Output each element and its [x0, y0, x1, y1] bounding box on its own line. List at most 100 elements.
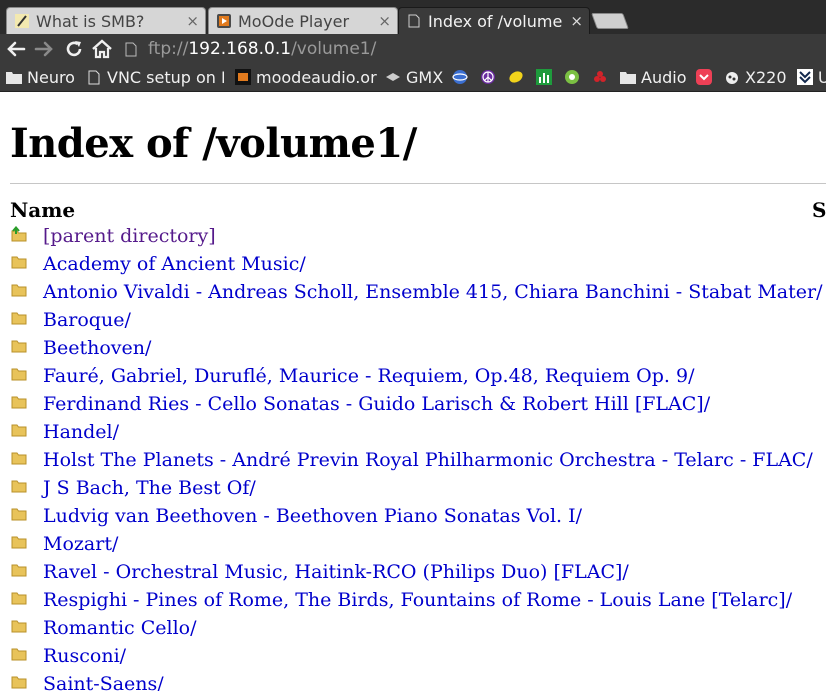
bookmark-chart[interactable] — [536, 67, 557, 87]
folder-icon — [11, 422, 27, 438]
folder-row: Holst The Planets - André Previn Royal P… — [0, 448, 826, 476]
red-flower-icon — [592, 69, 608, 85]
parent-directory-row: [parent directory] — [0, 224, 826, 252]
folder-icon — [11, 450, 27, 466]
bookmark-label: VNC setup on R — [107, 67, 224, 87]
folder-link[interactable]: Holst The Planets - André Previn Royal P… — [43, 449, 813, 471]
folder-link[interactable]: Ferdinand Ries - Cello Sonatas - Guido L… — [43, 393, 710, 415]
tab-index-of-volume1[interactable]: Index of /volume1 × — [398, 7, 590, 34]
tab-title: MoOde Player — [238, 11, 350, 31]
bookmark-gmx[interactable]: GMX — [385, 67, 443, 87]
parent-directory-link[interactable]: [parent directory] — [43, 225, 216, 247]
tab-close-button[interactable]: × — [378, 12, 391, 30]
chart-icon — [536, 69, 552, 85]
folder-icon — [11, 338, 27, 354]
gmx-icon — [385, 69, 401, 85]
globe-icon — [452, 69, 468, 85]
directory-listing: [parent directory] Academy of Ancient Mus… — [0, 224, 826, 691]
bookmark-usaa[interactable]: U — [797, 67, 826, 87]
bookmark-red-flower[interactable] — [592, 67, 613, 87]
reload-button[interactable] — [62, 37, 86, 61]
tab-what-is-smb[interactable]: What is SMB? × — [6, 7, 206, 34]
url-host: 192.168.0.1 — [188, 39, 292, 59]
folder-link[interactable]: Beethoven/ — [43, 337, 151, 359]
folder-link[interactable]: Respighi - Pines of Rome, The Birds, Fou… — [43, 589, 792, 611]
page-content: Index of /volume1/ Name Si [parent direc… — [0, 92, 826, 691]
forward-button[interactable] — [32, 37, 56, 61]
moode-icon — [217, 14, 231, 28]
folder-link[interactable]: Antonio Vivaldi - Andreas Scholl, Ensemb… — [43, 281, 823, 303]
bookmark-lemon[interactable] — [508, 67, 529, 87]
bookmark-label: X220 — [745, 67, 787, 87]
url-scheme: ftp:// — [148, 39, 189, 59]
bookmarks-bar: Neuro VNC setup on R moodeaudio.or GMX A… — [0, 64, 826, 92]
bookmark-label: GMX — [406, 67, 444, 87]
folder-icon — [11, 590, 27, 606]
url-path: /volume1/ — [291, 39, 377, 59]
bookmark-moodeaudio[interactable]: moodeaudio.or — [235, 67, 383, 87]
folder-row: Respighi - Pines of Rome, The Birds, Fou… — [0, 588, 826, 616]
usaa-icon — [797, 69, 813, 85]
bookmark-audio[interactable]: Audio — [620, 67, 686, 87]
folder-row: Saint-Saens/ — [0, 672, 826, 691]
bookmark-vnc-setup[interactable]: VNC setup on R — [86, 67, 224, 87]
folder-link[interactable]: Academy of Ancient Music/ — [43, 253, 306, 275]
bookmark-neuro[interactable]: Neuro — [6, 67, 75, 87]
column-header-name[interactable]: Name — [10, 198, 75, 222]
forward-arrow-icon — [34, 41, 53, 57]
folder-row: Mozart/ — [0, 532, 826, 560]
peace-icon — [480, 69, 496, 85]
tab-close-button[interactable]: × — [186, 12, 199, 30]
tab-moode-player[interactable]: MoOde Player × — [208, 7, 398, 34]
folder-link[interactable]: Fauré, Gabriel, Duruflé, Maurice - Requi… — [43, 365, 694, 387]
cifs-pen-icon — [15, 14, 29, 28]
folder-link[interactable]: Ravel - Orchestral Music, Haitink-RCO (P… — [43, 561, 629, 583]
folder-link[interactable]: Saint-Saens/ — [43, 673, 164, 691]
folder-link[interactable]: Mozart/ — [43, 533, 118, 555]
tab-title: What is SMB? — [36, 11, 145, 31]
cow-icon — [724, 69, 740, 85]
folder-icon — [11, 534, 27, 550]
page-title: Index of /volume1/ — [10, 120, 417, 167]
folder-link[interactable]: Romantic Cello/ — [43, 617, 197, 639]
pocket-icon — [696, 69, 712, 85]
folder-row: Ravel - Orchestral Music, Haitink-RCO (P… — [0, 560, 826, 588]
folder-link[interactable]: J S Bach, The Best Of/ — [43, 477, 256, 499]
folder-icon — [6, 69, 22, 85]
moode-icon — [235, 69, 251, 85]
folder-icon — [11, 506, 27, 522]
folder-row: Ludvig van Beethoven - Beethoven Piano S… — [0, 504, 826, 532]
folder-icon — [11, 394, 27, 410]
folder-row: Fauré, Gabriel, Duruflé, Maurice - Requi… — [0, 364, 826, 392]
folder-link[interactable]: Rusconi/ — [43, 645, 126, 667]
tab-close-button[interactable]: × — [570, 12, 583, 30]
parent-folder-icon — [11, 225, 27, 242]
reload-icon — [66, 41, 82, 57]
folder-row: Ferdinand Ries - Cello Sonatas - Guido L… — [0, 392, 826, 420]
page-icon — [407, 14, 421, 28]
bookmark-pocket[interactable] — [696, 67, 717, 87]
folder-link[interactable]: Handel/ — [43, 421, 119, 443]
folder-row: Romantic Cello/ — [0, 616, 826, 644]
bookmark-label: Audio — [641, 67, 687, 87]
folder-row: Baroque/ — [0, 308, 826, 336]
column-header-size[interactable]: Si — [812, 198, 826, 222]
folder-link[interactable]: Ludvig van Beethoven - Beethoven Piano S… — [43, 505, 582, 527]
bookmark-globe[interactable] — [452, 67, 473, 87]
back-arrow-icon — [7, 41, 26, 57]
folder-icon — [11, 562, 27, 578]
bookmark-peace[interactable] — [480, 67, 501, 87]
back-button[interactable] — [4, 37, 28, 61]
folder-icon — [11, 366, 27, 382]
folder-row: J S Bach, The Best Of/ — [0, 476, 826, 504]
bookmark-green-circle[interactable] — [564, 67, 585, 87]
folder-icon — [11, 478, 27, 494]
folder-icon — [11, 618, 27, 634]
folder-icon — [11, 310, 27, 326]
new-tab-button[interactable] — [591, 13, 629, 29]
address-bar[interactable]: ftp://192.168.0.1/volume1/ — [122, 37, 826, 61]
home-button[interactable] — [90, 37, 114, 61]
folder-icon — [11, 646, 27, 662]
bookmark-x220[interactable]: X220 — [724, 67, 787, 87]
folder-link[interactable]: Baroque/ — [43, 309, 131, 331]
